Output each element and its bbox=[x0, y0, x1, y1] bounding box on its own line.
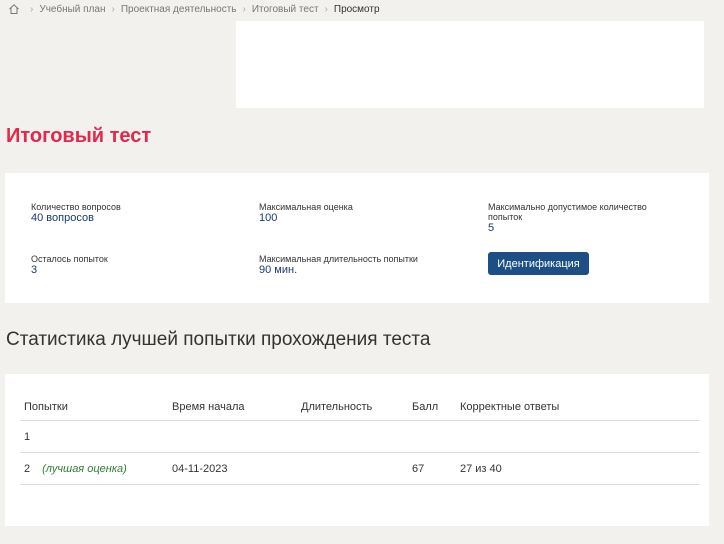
cell-correct: 27 из 40 bbox=[456, 452, 699, 485]
info-questions: Количество вопросов 40 вопросов bbox=[31, 202, 121, 225]
col-score: Балл bbox=[408, 394, 456, 421]
chevron-right-icon: › bbox=[30, 3, 34, 15]
cell-attempt: 2 (лучшая оценка) bbox=[20, 452, 168, 485]
identification-button[interactable]: Идентификация bbox=[488, 252, 589, 275]
questions-value: 40 вопросов bbox=[31, 212, 94, 224]
col-start-time: Время начала bbox=[168, 394, 297, 421]
breadcrumb-item-test[interactable]: Итоговый тест bbox=[252, 4, 319, 15]
best-score-note: (лучшая оценка) bbox=[42, 462, 127, 475]
banner-placeholder bbox=[236, 21, 704, 108]
table-row: 2 (лучшая оценка) 04-11-2023 67 27 из 40 bbox=[20, 452, 699, 485]
breadcrumb-item-project[interactable]: Проектная деятельность bbox=[121, 4, 237, 15]
max-attempts-label: Максимально допустимое количество попыто… bbox=[488, 202, 647, 222]
questions-label: Количество вопросов bbox=[31, 202, 121, 212]
max-duration-label: Максимальная длительность попытки bbox=[259, 254, 418, 264]
max-score-value: 100 bbox=[259, 212, 278, 224]
home-icon[interactable] bbox=[8, 3, 20, 15]
max-score-label: Максимальная оценка bbox=[259, 202, 353, 212]
info-max-score: Максимальная оценка 100 bbox=[259, 202, 353, 225]
info-max-attempts: Максимально допустимое количество попыто… bbox=[488, 202, 668, 235]
attempt-number: 2 bbox=[24, 462, 31, 475]
stats-title: Статистика лучшей попытки прохождения те… bbox=[6, 329, 431, 350]
col-attempts: Попытки bbox=[20, 394, 168, 421]
table-header-row: Попытки Время начала Длительность Балл К… bbox=[20, 394, 699, 421]
cell-duration bbox=[297, 420, 408, 453]
cell-start: 04-11-2023 bbox=[168, 452, 297, 485]
chevron-right-icon: › bbox=[324, 3, 328, 15]
breadcrumb: › Учебный план › Проектная деятельность … bbox=[8, 2, 380, 16]
stats-table: Попытки Время начала Длительность Балл К… bbox=[20, 394, 699, 485]
max-attempts-value: 5 bbox=[488, 222, 495, 234]
attempts-left-label: Осталось попыток bbox=[31, 254, 108, 264]
col-correct: Корректные ответы bbox=[456, 394, 699, 421]
cell-attempt: 1 bbox=[20, 420, 168, 453]
page-title: Итоговый тест bbox=[6, 125, 152, 147]
cell-correct bbox=[456, 420, 699, 453]
breadcrumb-item-current: Просмотр bbox=[333, 3, 380, 15]
stats-card: Попытки Время начала Длительность Балл К… bbox=[5, 374, 709, 526]
attempts-left-value: 3 bbox=[31, 264, 38, 276]
col-duration: Длительность bbox=[297, 394, 408, 421]
max-duration-value: 90 мин. bbox=[259, 264, 298, 276]
cell-duration bbox=[297, 452, 408, 485]
chevron-right-icon: › bbox=[111, 3, 115, 15]
table-row: 1 bbox=[20, 420, 699, 453]
attempt-number: 1 bbox=[24, 430, 31, 443]
cell-start bbox=[168, 420, 297, 453]
info-attempts-left: Осталось попыток 3 bbox=[31, 254, 108, 277]
cell-score: 67 bbox=[408, 452, 456, 485]
breadcrumb-item-plan[interactable]: Учебный план bbox=[39, 4, 105, 15]
info-max-duration: Максимальная длительность попытки 90 мин… bbox=[259, 254, 418, 277]
chevron-right-icon: › bbox=[242, 3, 246, 15]
test-info-card: Количество вопросов 40 вопросов Максимал… bbox=[5, 173, 709, 303]
cell-score bbox=[408, 420, 456, 453]
